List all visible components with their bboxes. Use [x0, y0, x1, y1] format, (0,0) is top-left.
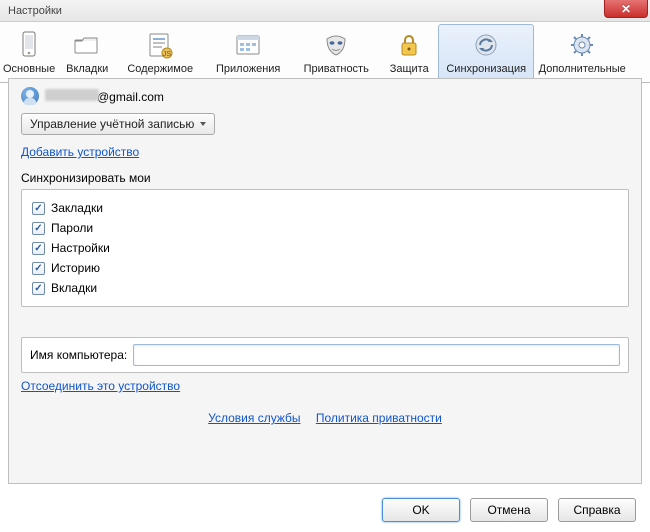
sync-item-label: Закладки [51, 201, 103, 215]
document-icon: JS [144, 29, 176, 61]
tab-privacy-label: Приватность [304, 63, 369, 75]
svg-text:JS: JS [163, 51, 172, 58]
sync-icon [470, 29, 502, 61]
help-button[interactable]: Справка [558, 498, 636, 522]
phone-icon [13, 29, 45, 61]
lock-icon [393, 29, 425, 61]
tab-tabs[interactable]: Вкладки [58, 24, 116, 82]
email-obscured-part [45, 89, 99, 101]
close-button[interactable]: ✕ [604, 0, 648, 18]
tab-advanced-label: Дополнительные [539, 63, 626, 75]
content-panel: @gmail.com Управление учётной записью До… [8, 78, 642, 484]
sync-item-label: Вкладки [51, 281, 97, 295]
dialog-button-bar: OK Отмена Справка [382, 498, 636, 522]
sync-items-box: ✓ Закладки ✓ Пароли ✓ Настройки ✓ Истори… [21, 189, 629, 307]
tab-general[interactable]: Основные [0, 24, 58, 82]
tab-apps[interactable]: Приложения [204, 24, 292, 82]
tos-link[interactable]: Условия службы [208, 411, 300, 425]
tab-sync[interactable]: Синхронизация [438, 24, 534, 83]
sync-item-passwords[interactable]: ✓ Пароли [32, 218, 618, 238]
computer-name-input[interactable] [133, 344, 620, 366]
sync-item-label: Настройки [51, 241, 110, 255]
checkbox-checked-icon: ✓ [32, 222, 45, 235]
manage-account-label: Управление учётной записью [30, 117, 194, 131]
avatar-icon [21, 87, 39, 105]
sync-heading: Синхронизировать мои [21, 171, 629, 185]
tab-privacy[interactable]: Приватность [292, 24, 380, 82]
mask-icon [320, 29, 352, 61]
gear-icon [566, 29, 598, 61]
cancel-button[interactable]: Отмена [470, 498, 548, 522]
checkbox-checked-icon: ✓ [32, 242, 45, 255]
checkbox-checked-icon: ✓ [32, 282, 45, 295]
computer-name-row: Имя компьютера: [21, 337, 629, 373]
computer-name-label: Имя компьютера: [30, 348, 127, 362]
sync-item-label: Пароли [51, 221, 93, 235]
policy-links: Условия службы Политика приватности [21, 411, 629, 425]
close-icon: ✕ [621, 2, 631, 16]
tab-content-label: Содержимое [127, 63, 193, 75]
tab-security[interactable]: Защита [380, 24, 438, 82]
tab-content[interactable]: JS Содержимое [116, 24, 204, 82]
user-row: @gmail.com [21, 87, 629, 105]
ok-button[interactable]: OK [382, 498, 460, 522]
sync-item-prefs[interactable]: ✓ Настройки [32, 238, 618, 258]
folder-icon [71, 29, 103, 61]
window-grid-icon [232, 29, 264, 61]
user-email: @gmail.com [45, 89, 164, 104]
window-title: Настройки [8, 5, 62, 17]
tab-security-label: Защита [390, 63, 429, 75]
checkbox-checked-icon: ✓ [32, 262, 45, 275]
checkbox-checked-icon: ✓ [32, 202, 45, 215]
disconnect-device-link[interactable]: Отсоединить это устройство [21, 379, 180, 393]
email-suffix: @gmail.com [97, 90, 164, 104]
privacy-policy-link[interactable]: Политика приватности [316, 411, 442, 425]
chevron-down-icon [200, 122, 206, 126]
tab-general-label: Основные [3, 63, 55, 75]
tab-advanced[interactable]: Дополнительные [534, 24, 630, 82]
add-device-link[interactable]: Добавить устройство [21, 145, 139, 159]
sync-item-bookmarks[interactable]: ✓ Закладки [32, 198, 618, 218]
manage-account-button[interactable]: Управление учётной записью [21, 113, 215, 135]
category-toolbar: Основные Вкладки JS Содержимое Приложени… [0, 22, 650, 83]
tab-tabs-label: Вкладки [66, 63, 108, 75]
sync-item-tabs[interactable]: ✓ Вкладки [32, 278, 618, 298]
sync-item-history[interactable]: ✓ Историю [32, 258, 618, 278]
titlebar: Настройки ✕ [0, 0, 650, 22]
tab-sync-label: Синхронизация [446, 63, 526, 75]
sync-item-label: Историю [51, 261, 100, 275]
tab-apps-label: Приложения [216, 63, 280, 75]
